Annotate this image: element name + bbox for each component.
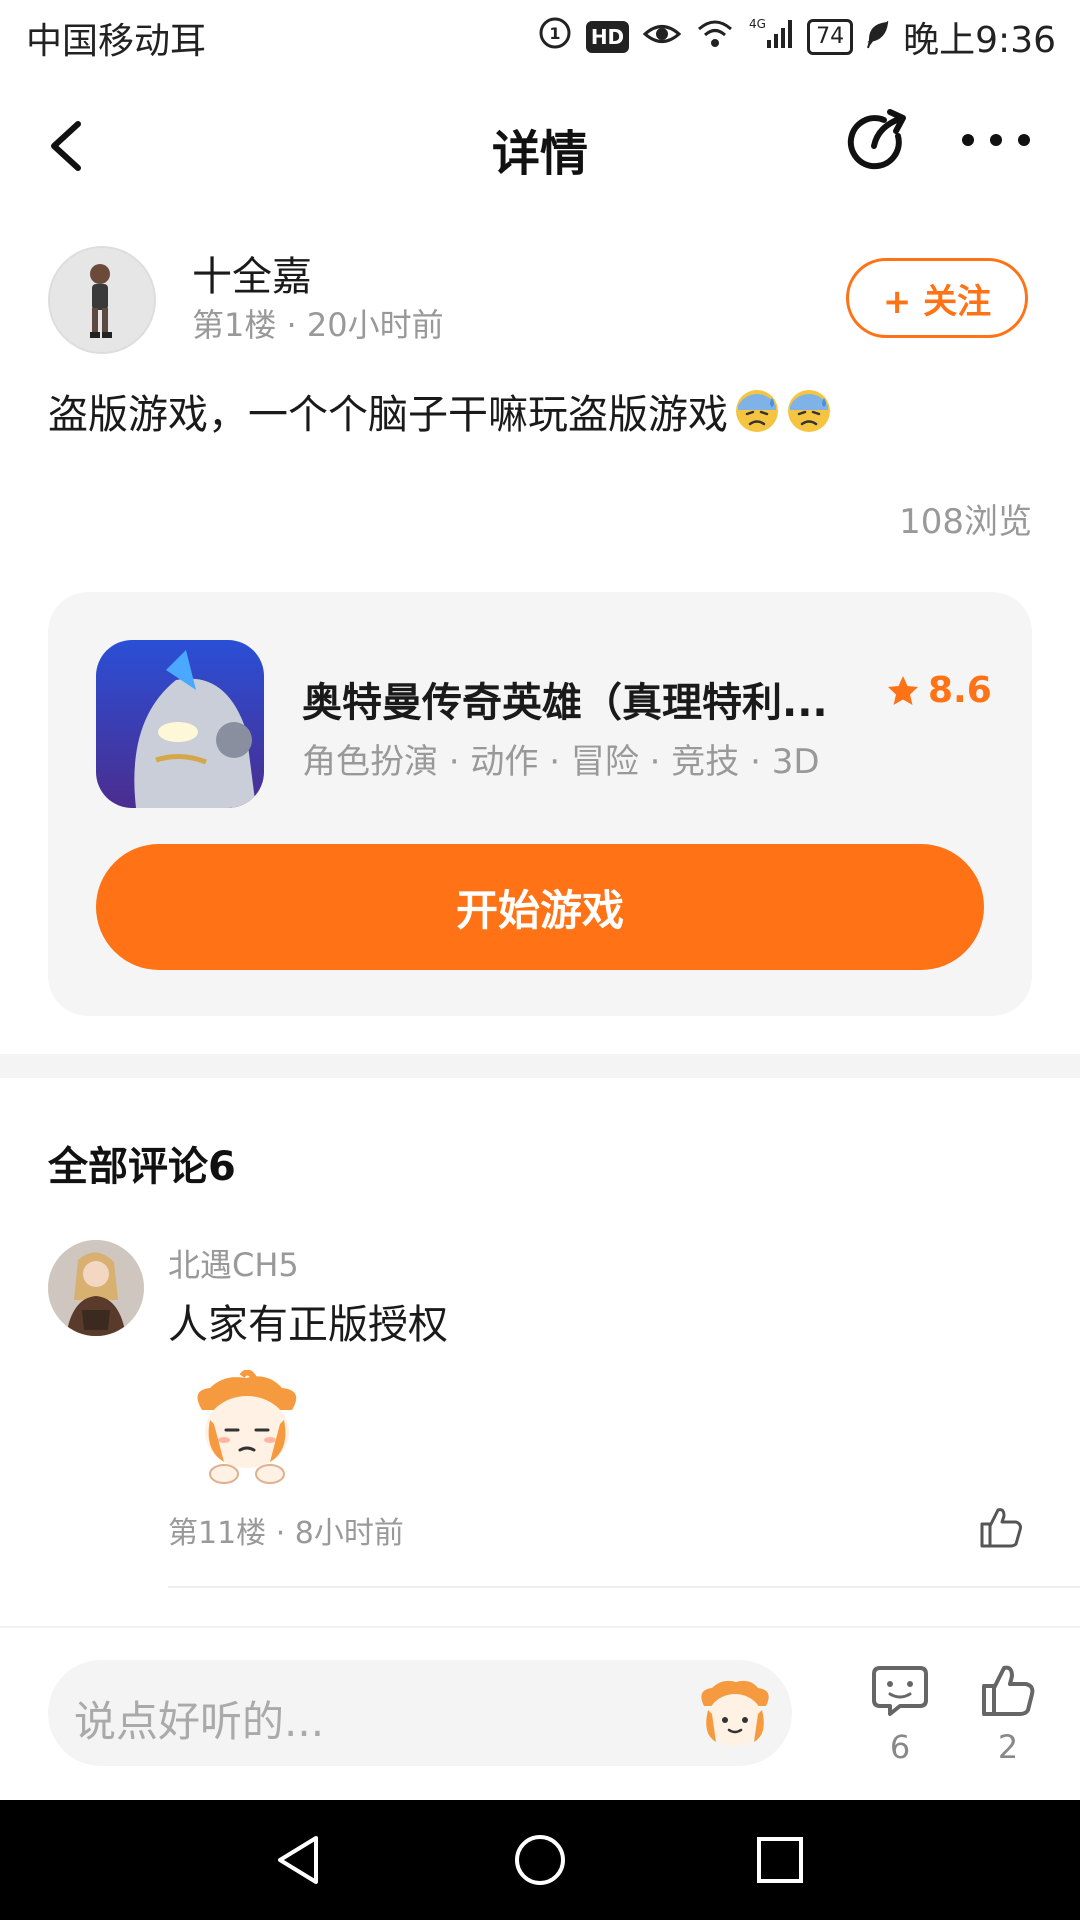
share-icon bbox=[847, 109, 906, 170]
bottom-bar-divider bbox=[0, 1626, 1080, 1628]
comments-title: 全部评论6 bbox=[48, 1144, 236, 1190]
system-recents-button[interactable] bbox=[752, 1832, 808, 1888]
clock: 晚上9:36 bbox=[903, 20, 1056, 61]
like-count: 2 bbox=[997, 1728, 1019, 1766]
comment-meta: 第11楼 · 8小时前 bbox=[168, 1516, 404, 1551]
mascot-sticker-icon bbox=[184, 1369, 310, 1486]
game-rating: 8.6 bbox=[886, 670, 992, 711]
ultraman-game-icon bbox=[96, 640, 264, 808]
nav-bar: 详情 bbox=[0, 74, 1080, 214]
more-dots-icon bbox=[962, 134, 1030, 146]
volte-icon: 1 bbox=[538, 16, 572, 59]
circle-home-icon bbox=[515, 1835, 565, 1885]
post-meta: 第1楼 · 20小时前 bbox=[192, 306, 444, 344]
author-name[interactable]: 十全嘉 bbox=[192, 244, 312, 302]
game-name[interactable]: 奥特曼传奇英雄（真理特利... bbox=[302, 670, 862, 728]
eye-icon bbox=[642, 17, 682, 58]
sweat-face-emoji-icon bbox=[734, 388, 780, 434]
comment-count: 6 bbox=[889, 1728, 911, 1766]
system-back-button[interactable] bbox=[270, 1832, 326, 1888]
status-bar: 中国移动⽿ 1 HD 4G 74 晚上9:36 bbox=[0, 0, 1080, 74]
square-recents-icon bbox=[757, 1837, 803, 1883]
listen-icon: ⽿ bbox=[170, 21, 207, 62]
thumbs-up-icon bbox=[980, 1508, 1022, 1548]
post-text-content: 盗版游戏，一个个脑子干嘛玩盗版游戏 bbox=[48, 392, 728, 438]
rating-value: 8.6 bbox=[928, 670, 992, 711]
game-card[interactable]: 奥特曼传奇英雄（真理特利... 8.6 角色扮演 · 动作 · 冒险 · 竞技 … bbox=[48, 592, 1032, 1016]
post-text: 盗版游戏，一个个脑子干嘛玩盗版游戏 bbox=[48, 382, 832, 440]
reply-placeholder: 说点好听的... bbox=[74, 1697, 325, 1746]
battery-icon: 74 bbox=[807, 19, 854, 55]
game-icon[interactable] bbox=[96, 640, 264, 808]
triangle-back-icon bbox=[278, 1836, 318, 1884]
avatar-figure-icon bbox=[90, 264, 112, 338]
carrier-label: 中国移动⽿ bbox=[26, 12, 206, 64]
comment-divider bbox=[168, 1586, 1080, 1588]
reply-input[interactable]: 说点好听的... bbox=[48, 1660, 792, 1766]
status-icons: 1 HD 4G 74 晚上9:36 bbox=[538, 12, 1056, 62]
share-button[interactable] bbox=[840, 106, 912, 178]
wifi-icon bbox=[695, 17, 735, 58]
system-nav-bar bbox=[0, 1800, 1080, 1920]
author-avatar[interactable] bbox=[48, 246, 156, 354]
star-icon bbox=[888, 675, 918, 705]
signal-icon: 4G bbox=[749, 16, 793, 59]
leaf-icon bbox=[867, 17, 889, 58]
carrier-name: 中国移动 bbox=[26, 21, 171, 62]
system-home-button[interactable] bbox=[512, 1832, 568, 1888]
sweat-face-emoji-icon bbox=[786, 388, 832, 434]
more-button[interactable] bbox=[958, 120, 1034, 160]
comment-like-button[interactable] bbox=[976, 1502, 1026, 1552]
hd-icon: HD bbox=[585, 21, 630, 53]
sticker-picker-icon[interactable] bbox=[694, 1676, 776, 1754]
section-divider bbox=[0, 1054, 1080, 1078]
view-count: 108浏览 bbox=[899, 502, 1032, 542]
thumbs-up-icon bbox=[982, 1665, 1035, 1716]
game-tags: 角色扮演 · 动作 · 冒险 · 竞技 · 3D bbox=[302, 742, 820, 782]
avatar-girl-icon bbox=[48, 1240, 144, 1336]
page-title: 详情 bbox=[491, 126, 588, 182]
follow-button[interactable]: + 关注 bbox=[846, 258, 1028, 338]
svg-text:1: 1 bbox=[549, 24, 560, 43]
comment-avatar[interactable] bbox=[48, 1240, 144, 1336]
chat-bubble-icon bbox=[872, 1666, 928, 1716]
start-game-button[interactable]: 开始游戏 bbox=[96, 844, 984, 970]
network-type-label: 4G bbox=[749, 17, 766, 31]
comment-username[interactable]: 北遇CH5 bbox=[168, 1240, 299, 1286]
comment-text: 人家有正版授权 bbox=[168, 1302, 448, 1348]
